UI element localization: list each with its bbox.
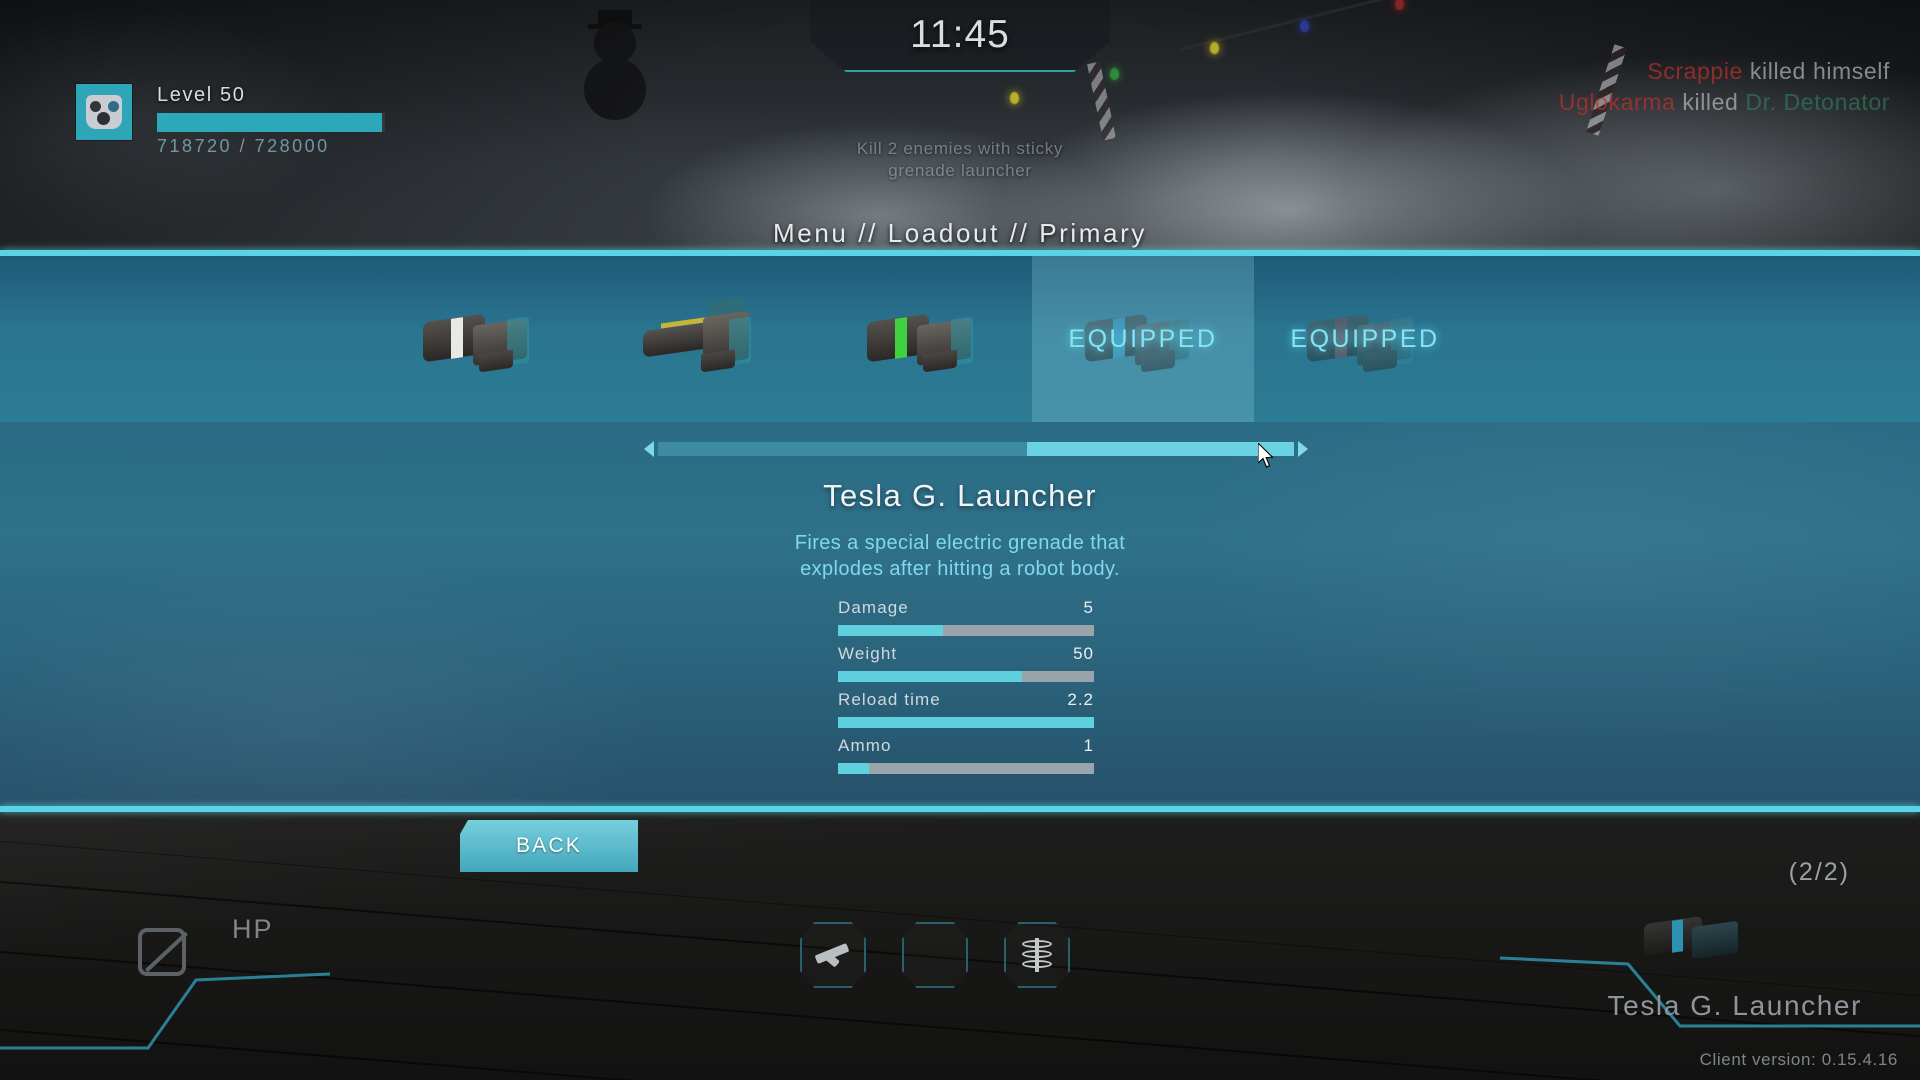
robot-avatar-icon [86, 95, 122, 129]
stat-label: Ammo [838, 736, 892, 755]
weapon-carousel[interactable]: EQUIPPED EQUIPPED [0, 256, 1920, 422]
game-screen: 11:45 Kill 2 enemies with sticky grenade… [0, 0, 1920, 1080]
chevron-left-icon[interactable] [644, 441, 654, 457]
pistol-icon [814, 942, 851, 968]
stat-ammo: Ammo 1 [838, 736, 1094, 774]
weapon-description: Fires a special electric grenade that ex… [794, 532, 1126, 580]
equipped-weapon-name: Tesla G. Launcher [1607, 990, 1862, 1021]
player-card: Level 50 718720 / 728000 [76, 84, 397, 157]
weapon-slot-2[interactable] [592, 256, 814, 422]
equipped-badge: EQUIPPED [1068, 324, 1218, 353]
scrollbar-track[interactable] [658, 442, 1294, 456]
weapon-slot-4[interactable]: EQUIPPED [1032, 256, 1254, 422]
caduceus-icon [1022, 938, 1052, 972]
mouse-cursor [1258, 443, 1274, 468]
killfeed-row: Scrappie killed himself [1559, 56, 1890, 87]
stat-bar-fill [838, 763, 869, 774]
killfeed-killer: Scrappie [1647, 58, 1743, 84]
avatar [76, 84, 132, 140]
killfeed-victim: Dr. Detonator [1745, 89, 1890, 115]
stat-label: Reload time [838, 690, 941, 709]
xp-bar-fill [157, 113, 383, 132]
ammo-count: (2/2) [1788, 858, 1850, 886]
weapon-title: Tesla G. Launcher [823, 478, 1097, 513]
item-slot-weapon[interactable] [800, 922, 866, 988]
stat-weight: Weight 50 [838, 644, 1094, 682]
stat-value: 1 [1083, 736, 1094, 755]
xp-bar-track [157, 113, 385, 132]
panel-bottom-rule [0, 806, 1920, 812]
weapon-slot-3[interactable] [814, 256, 1036, 422]
weapon-slot-5[interactable]: EQUIPPED [1254, 256, 1476, 422]
stat-value: 50 [1073, 644, 1094, 663]
stat-label: Damage [838, 598, 909, 617]
client-version: Client version: 0.15.4.16 [1699, 1050, 1898, 1069]
stat-bar-track [838, 625, 1094, 636]
killfeed-killer: Uglokarma [1558, 89, 1676, 115]
item-slot-bar [800, 922, 1070, 988]
back-button[interactable]: BACK [460, 820, 638, 872]
stat-value: 5 [1083, 598, 1094, 617]
item-slot-medic[interactable] [1004, 922, 1070, 988]
hp-label: HP [232, 914, 274, 944]
killfeed-victim: himself [1812, 58, 1890, 84]
weapon-stats: Damage 5 Weight 50 Reload time 2.2 Ammo … [838, 598, 1094, 782]
item-slot-empty[interactable] [902, 922, 968, 988]
chevron-right-icon[interactable] [1298, 441, 1308, 457]
stat-bar-track [838, 671, 1094, 682]
scrollbar-thumb[interactable] [1026, 442, 1294, 456]
stat-damage: Damage 5 [838, 598, 1094, 636]
stat-value: 2.2 [1067, 690, 1094, 709]
killfeed-row: Uglokarma killed Dr. Detonator [1559, 87, 1890, 118]
stat-reload-time: Reload time 2.2 [838, 690, 1094, 728]
xp-value-text: 718720 / 728000 [157, 136, 330, 156]
player-level-label: Level 50 [157, 84, 246, 106]
equipped-badge: EQUIPPED [1290, 324, 1440, 353]
killfeed-verb: killed [1682, 89, 1739, 115]
killfeed-verb: killed [1749, 58, 1806, 84]
equipped-weapon-art [1644, 910, 1754, 970]
carousel-scrollbar[interactable] [644, 440, 1308, 458]
clock-plate: 11:45 [810, 0, 1110, 72]
stat-bar-fill [838, 671, 1023, 682]
match-clock: 11:45 [910, 13, 1010, 56]
no-item-slash-icon [138, 928, 186, 976]
stat-bar-track [838, 763, 1094, 774]
breadcrumb: Menu // Loadout // Primary [773, 218, 1147, 248]
stat-bar-track [838, 717, 1094, 728]
stat-bar-fill [838, 717, 1094, 728]
stat-bar-fill [838, 625, 943, 636]
stat-label: Weight [838, 644, 898, 663]
weapon-slot-1[interactable] [370, 256, 592, 422]
killfeed: Scrappie killed himself Uglokarma killed… [1559, 56, 1890, 118]
level-block: Level 50 718720 / 728000 [157, 84, 397, 157]
